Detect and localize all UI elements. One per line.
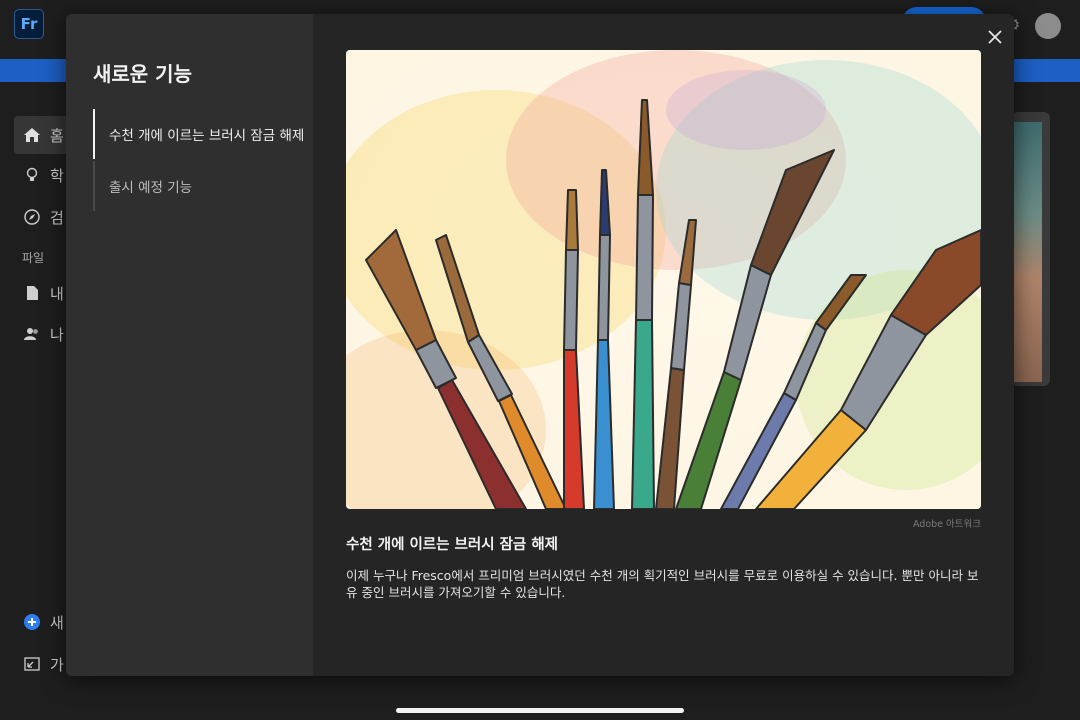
lightbulb-icon [22, 165, 42, 185]
dialog-nav-item-brushes[interactable]: 수천 개에 이르는 브러시 잠금 해제 [93, 109, 313, 159]
sidebar-item-label: 홈 [50, 126, 64, 145]
close-icon [988, 30, 1002, 44]
recent-file-thumbnail[interactable] [1012, 112, 1050, 386]
sidebar-item-my-files[interactable]: 내 [14, 274, 74, 312]
home-indicator[interactable] [396, 708, 684, 713]
sidebar-item-import[interactable]: 가 [14, 645, 74, 683]
plus-circle-icon [22, 612, 42, 632]
sidebar-item-label: 나 [50, 325, 64, 344]
sidebar-item-discover[interactable]: 검 [14, 198, 74, 236]
sidebar-item-home[interactable]: 홈 [14, 116, 74, 154]
people-icon [22, 324, 42, 344]
sidebar-item-new[interactable]: 새 [14, 603, 74, 641]
sidebar-item-label: 학 [50, 166, 64, 185]
watercolor-brushes-artwork [346, 50, 981, 509]
import-icon [22, 654, 42, 674]
sidebar-item-learn[interactable]: 학 [14, 156, 74, 194]
sidebar-item-label: 가 [50, 655, 64, 674]
feature-illustration [346, 50, 981, 509]
whats-new-dialog: 새로운 기능 수천 개에 이르는 브러시 잠금 해제 출시 예정 기능 Adob… [66, 14, 1014, 676]
compass-icon [22, 207, 42, 227]
sidebar-item-shared[interactable]: 나 [14, 315, 74, 353]
sidebar-item-label: 내 [50, 284, 64, 303]
dialog-sidebar: 새로운 기능 수천 개에 이르는 브러시 잠금 해제 출시 예정 기능 [66, 14, 313, 676]
feature-heading: 수천 개에 이르는 브러시 잠금 해제 [346, 537, 558, 553]
home-icon [22, 125, 42, 145]
app-root: Fr ⚙ 홈 학 검 파일 내 나 새 [0, 0, 1080, 720]
avatar[interactable] [1035, 13, 1061, 39]
dialog-title: 새로운 기능 [93, 62, 192, 86]
image-credit: Adobe 아트워크 [912, 519, 981, 530]
sidebar-item-label: 새 [50, 613, 64, 632]
dialog-nav-item-upcoming[interactable]: 출시 예정 기능 [93, 161, 313, 211]
file-icon [22, 283, 42, 303]
close-button[interactable] [984, 26, 1006, 48]
feature-description: 이제 누구나 Fresco에서 프리미엄 브러시였던 수천 개의 획기적인 브러… [346, 568, 979, 600]
app-logo[interactable]: Fr [14, 9, 44, 39]
sidebar-section-label: 파일 [22, 251, 45, 265]
sidebar-item-label: 검 [50, 208, 64, 227]
